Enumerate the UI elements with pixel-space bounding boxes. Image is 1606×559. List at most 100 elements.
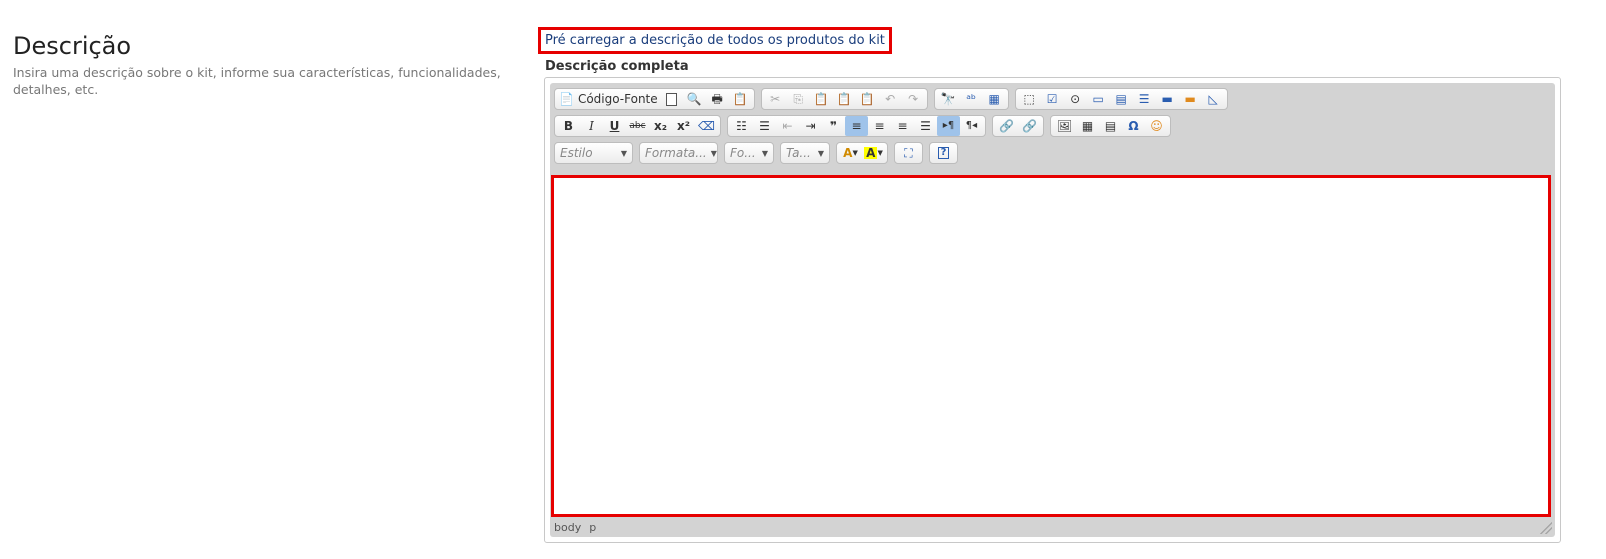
table-button[interactable]: ▦ <box>1076 116 1099 136</box>
align-center-button[interactable]: ≡ <box>868 116 891 136</box>
image-button-field-button[interactable]: ▬ <box>1179 89 1202 109</box>
style-combo[interactable]: Estilo ▼ <box>554 142 633 164</box>
toolbar-group-basicstyles: B I U abc x₂ x² ⌫ <box>554 115 721 137</box>
help-icon: ? <box>937 147 950 159</box>
print-button[interactable]: 🖶 <box>706 89 729 109</box>
select-field-button[interactable]: ☰ <box>1133 89 1156 109</box>
indent-button[interactable]: ⇥ <box>799 116 822 136</box>
paste-text-button[interactable]: 📋 <box>833 89 856 109</box>
align-left-icon: ≡ <box>851 119 862 133</box>
smiley-button[interactable]: ☺ <box>1145 116 1168 136</box>
eraser-icon: ⌫ <box>698 119 715 133</box>
image-button-icon: ▬ <box>1184 92 1196 106</box>
replace-button[interactable]: ᵃᵇ <box>960 89 983 109</box>
toolbar-group-links: 🔗 🔗 <box>992 115 1044 137</box>
hidden-field-icon: ◺ <box>1208 92 1218 106</box>
chevron-down-icon: ▼ <box>817 148 824 158</box>
chevron-down-icon: ▼ <box>620 148 627 158</box>
rich-text-editor: 📄 Código-Fonte 🔍 🖶 📋 ✂ ⎘ 📋 📋 📋 ↶ ↷ 🔭 ᵃᵇ <box>544 77 1561 543</box>
textarea-icon: ▤ <box>1115 92 1127 106</box>
font-combo[interactable]: Fo... ▼ <box>724 142 774 164</box>
preview-button[interactable]: 🔍 <box>683 89 706 109</box>
find-button[interactable]: 🔭 <box>937 89 960 109</box>
bulleted-list-button[interactable]: ☰ <box>753 116 776 136</box>
resize-handle[interactable] <box>1540 522 1552 534</box>
superscript-button[interactable]: x² <box>672 116 695 136</box>
about-button[interactable]: ? <box>932 143 955 163</box>
chevron-down-icon: ▼ <box>852 148 858 157</box>
align-left-button[interactable]: ≡ <box>845 116 868 136</box>
chevron-down-icon: ▼ <box>710 148 717 158</box>
select-all-button[interactable]: ▦ <box>983 89 1006 109</box>
special-char-button[interactable]: Ω <box>1122 116 1145 136</box>
hidden-field-button[interactable]: ◺ <box>1202 89 1225 109</box>
redo-button[interactable]: ↷ <box>902 89 925 109</box>
text-color-button[interactable]: A ▼ <box>839 143 862 163</box>
justify-icon: ☰ <box>920 119 931 133</box>
rtl-icon: ¶◂ <box>965 120 978 131</box>
radio-icon: ⊙ <box>1070 92 1081 106</box>
toolbar-group-forms: ⬚ ☑ ⊙ ▭ ▤ ☰ ▬ ▬ ◺ <box>1014 88 1228 110</box>
path-p[interactable]: p <box>589 521 596 537</box>
italic-icon: I <box>589 119 594 133</box>
maximize-button[interactable]: ⛶ <box>897 143 920 163</box>
align-right-icon: ≡ <box>897 119 908 133</box>
bulleted-list-icon: ☰ <box>759 119 770 133</box>
textarea-button[interactable]: ▤ <box>1110 89 1133 109</box>
smiley-icon: ☺ <box>1150 119 1163 133</box>
undo-button[interactable]: ↶ <box>879 89 902 109</box>
italic-button[interactable]: I <box>580 116 603 136</box>
bold-button[interactable]: B <box>557 116 580 136</box>
replace-icon: ᵃᵇ <box>966 92 977 106</box>
new-page-icon <box>665 92 677 106</box>
horizontal-rule-button[interactable]: ▤ <box>1099 116 1122 136</box>
background-color-button[interactable]: A ▼ <box>862 143 885 163</box>
numbered-list-icon: ☷ <box>736 119 747 133</box>
blockquote-button[interactable]: ❞ <box>822 116 845 136</box>
copy-button[interactable]: ⎘ <box>787 89 810 109</box>
editor-content-area[interactable] <box>551 175 1551 517</box>
justify-button[interactable]: ☰ <box>914 116 937 136</box>
paste-word-button[interactable]: 📋 <box>856 89 879 109</box>
preload-description-link[interactable]: Pré carregar a descrição de todos os pro… <box>538 27 892 54</box>
paste-button[interactable]: 📋 <box>810 89 833 109</box>
numbered-list-button[interactable]: ☷ <box>730 116 753 136</box>
cut-button[interactable]: ✂ <box>764 89 787 109</box>
toolbar-group-clipboard: ✂ ⎘ 📋 📋 📋 ↶ ↷ <box>760 88 928 110</box>
source-icon: 📄 <box>559 92 574 106</box>
text-direction-rtl-button[interactable]: ¶◂ <box>960 116 983 136</box>
checkbox-button[interactable]: ☑ <box>1041 89 1064 109</box>
align-right-button[interactable]: ≡ <box>891 116 914 136</box>
superscript-icon: x² <box>677 119 690 133</box>
form-button[interactable]: ⬚ <box>1018 89 1041 109</box>
text-direction-ltr-button[interactable]: ▸¶ <box>937 116 960 136</box>
subscript-button[interactable]: x₂ <box>649 116 672 136</box>
new-page-button[interactable] <box>660 89 683 109</box>
image-button[interactable]: 🖼 <box>1053 116 1076 136</box>
templates-icon: 📋 <box>732 92 748 106</box>
indent-icon: ⇥ <box>805 119 816 133</box>
section-title: Descrição <box>13 32 132 60</box>
redo-icon: ↷ <box>908 92 919 106</box>
button-field-button[interactable]: ▬ <box>1156 89 1179 109</box>
text-field-button[interactable]: ▭ <box>1087 89 1110 109</box>
source-button[interactable]: 📄 Código-Fonte <box>557 89 660 109</box>
templates-button[interactable]: 📋 <box>729 89 752 109</box>
link-button[interactable]: 🔗 <box>995 116 1018 136</box>
unlink-button[interactable]: 🔗 <box>1018 116 1041 136</box>
remove-format-button[interactable]: ⌫ <box>695 116 718 136</box>
cut-icon: ✂ <box>770 92 781 106</box>
chevron-down-icon: ▼ <box>877 148 883 157</box>
paste-word-icon: 📋 <box>859 92 875 106</box>
underline-button[interactable]: U <box>603 116 626 136</box>
toolbar-row-1: 📄 Código-Fonte 🔍 🖶 📋 ✂ ⎘ 📋 📋 📋 ↶ ↷ 🔭 ᵃᵇ <box>554 88 1228 110</box>
path-body[interactable]: body <box>554 521 581 537</box>
format-combo[interactable]: Formata... ▼ <box>639 142 718 164</box>
select-field-icon: ☰ <box>1138 92 1150 106</box>
radio-button[interactable]: ⊙ <box>1064 89 1087 109</box>
toolbar-group-find: 🔭 ᵃᵇ ▦ <box>933 88 1009 110</box>
outdent-button[interactable]: ⇤ <box>776 116 799 136</box>
size-combo[interactable]: Ta... ▼ <box>780 142 830 164</box>
strike-button[interactable]: abc <box>626 116 649 136</box>
toolbar-group-about: ? <box>929 142 958 164</box>
